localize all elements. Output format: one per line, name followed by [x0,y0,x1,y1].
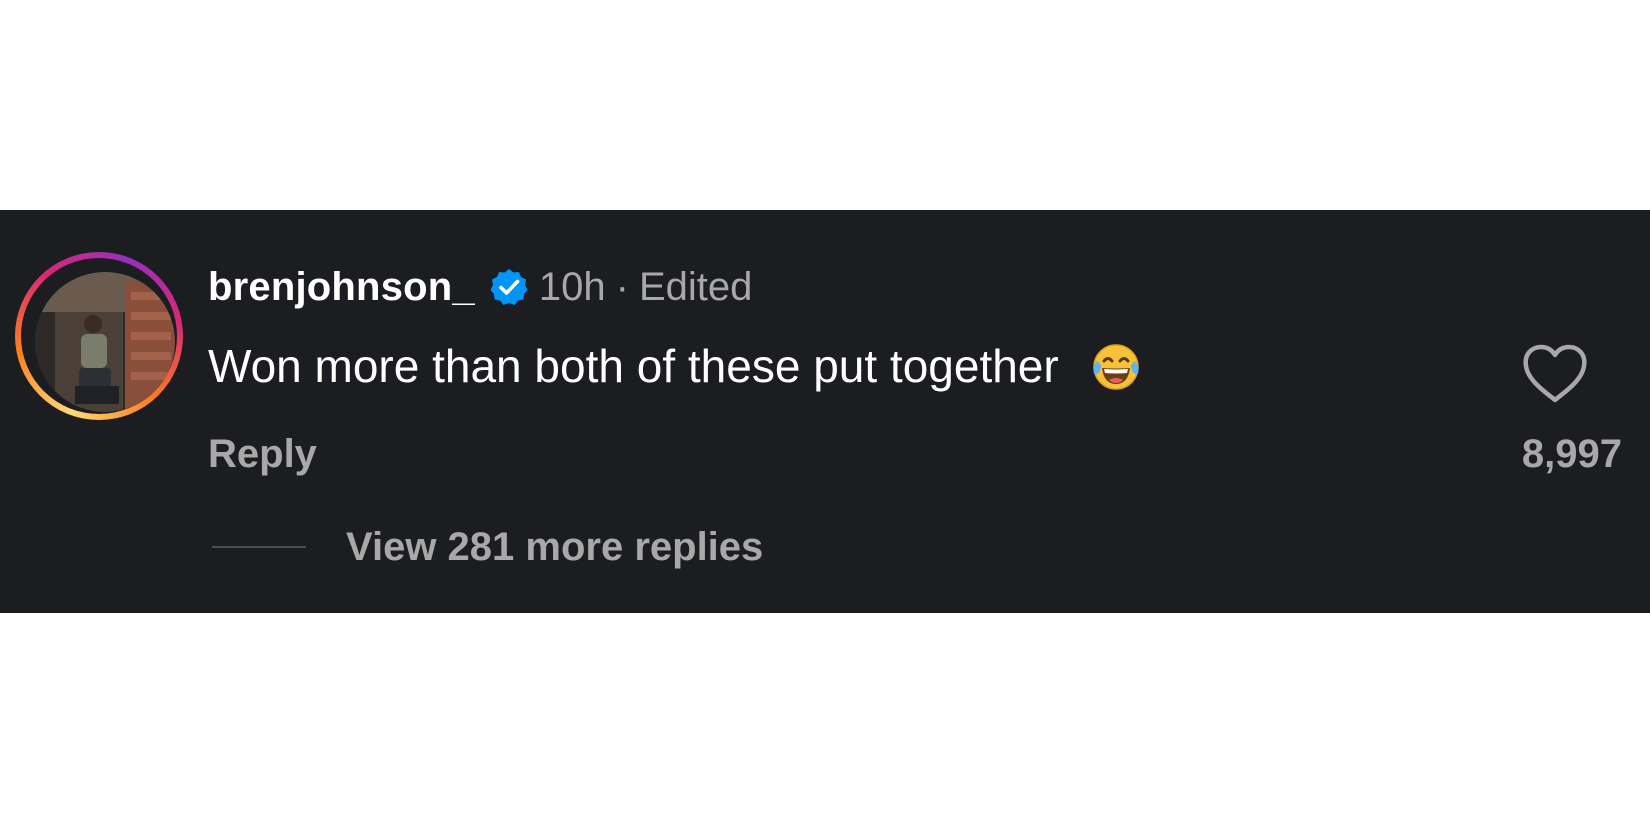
comment-text-row: Won more than both of these put together [208,336,1143,396]
face-with-tears-of-joy-icon [1089,339,1143,393]
avatar-photo-icon [35,272,175,412]
edited-label: Edited [638,264,753,309]
verified-badge-icon [489,267,529,307]
view-replies-button[interactable]: View 281 more replies [212,522,763,572]
username[interactable]: brenjohnson_ [208,265,475,310]
like-count: 8,997 [1521,432,1622,476]
avatar-gap [21,258,177,414]
meta-separator: · [615,264,629,309]
view-replies-label: View 281 more replies [346,524,764,569]
reply-thread-line [212,546,306,548]
story-ring[interactable] [15,252,183,420]
comment-text: Won more than both of these put together [208,340,1059,392]
avatar[interactable] [35,272,175,412]
comment-item: brenjohnson_ 10h · Edited Won more than … [0,210,1650,613]
page: brenjohnson_ 10h · Edited Won more than … [0,0,1650,825]
comment-header: brenjohnson_ 10h · Edited [208,262,752,312]
reply-button[interactable]: Reply [208,432,317,477]
comment-time: 10h [538,264,606,309]
heart-outline-icon[interactable] [1522,344,1588,404]
